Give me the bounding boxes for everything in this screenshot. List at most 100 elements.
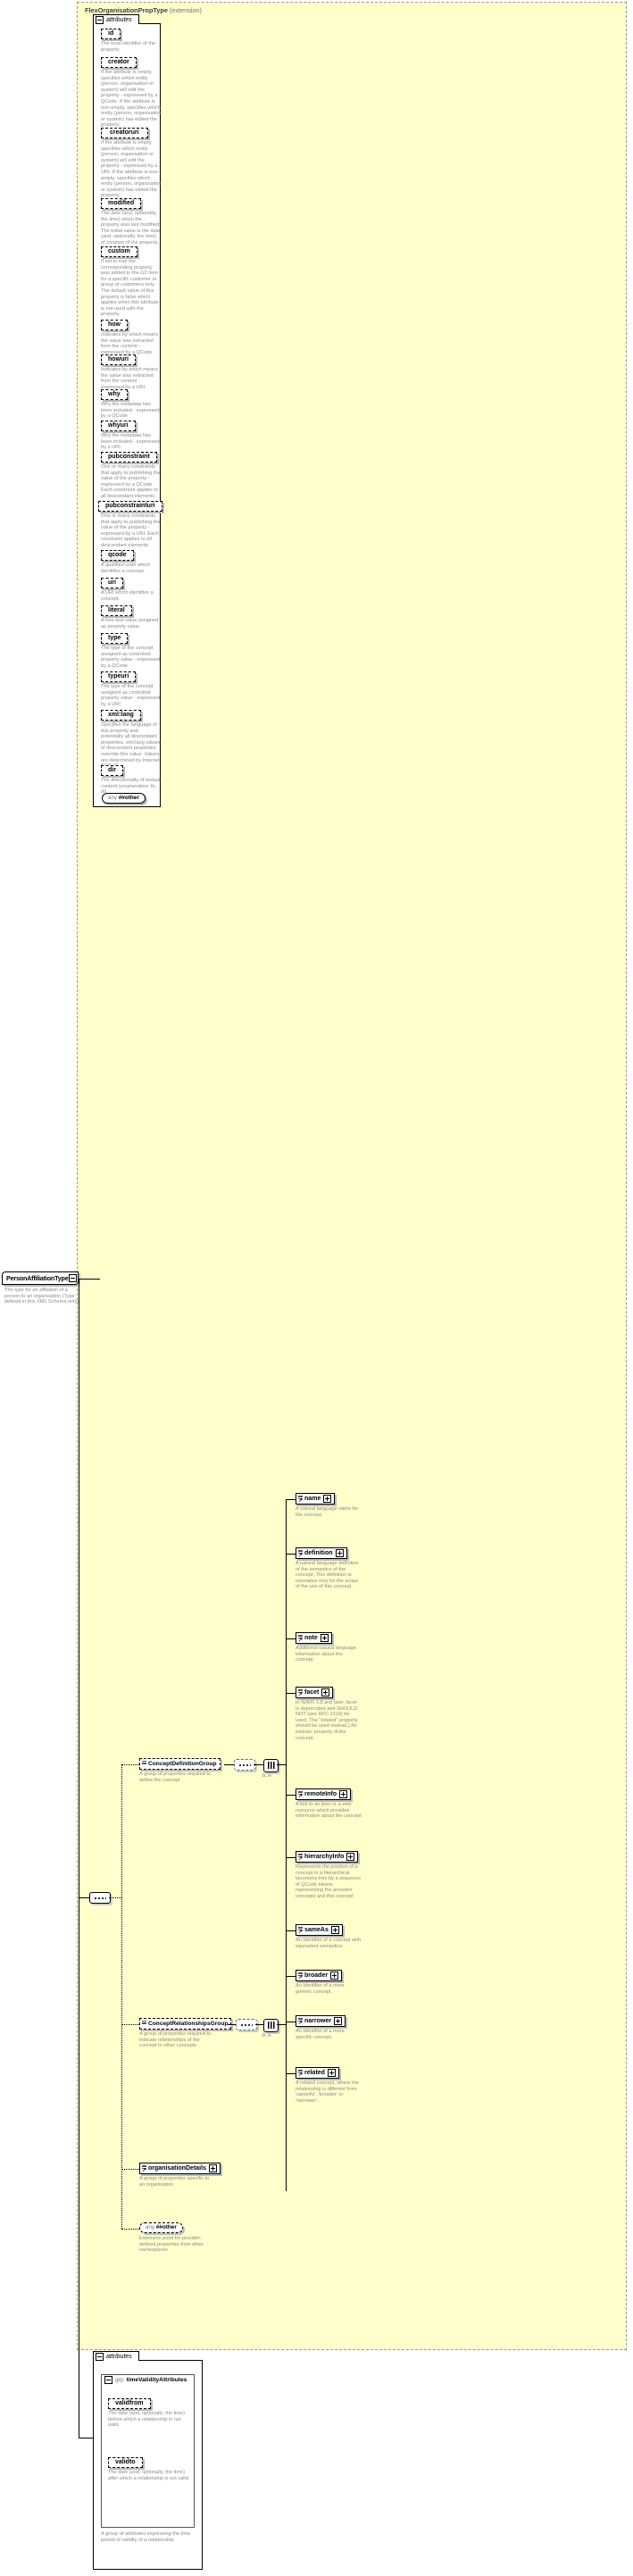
attribute-howuri[interactable]: howuri Indicates by which means the valu…	[101, 354, 162, 390]
any-attribute-node[interactable]: any ##other	[102, 793, 146, 804]
attributes-tab-top[interactable]: attributes	[93, 14, 139, 24]
group-timevalidity-description: A group of attributes expressing the tim…	[101, 2531, 191, 2543]
element-broader[interactable]: ↗ broader An identifier of a more generi…	[296, 1970, 362, 1995]
attribute-id[interactable]: id The local identifier of the property.	[101, 29, 162, 53]
occurs-label-crg: 0..∞	[262, 2033, 271, 2038]
attribute-name: qcode	[101, 550, 134, 561]
sequence-out-line	[109, 1897, 121, 1898]
expand-plus-icon[interactable]	[323, 1495, 332, 1503]
element-remoteinfo[interactable]: ↗ remoteInfo A link to an item or a web …	[296, 1788, 362, 1820]
element-facet[interactable]: ↗ facet [n N/A/R 1.8 and later, facet is…	[296, 1687, 362, 1741]
collapse-minus-icon[interactable]	[96, 2352, 104, 2361]
repeat-connector-crg[interactable]	[263, 2019, 279, 2032]
expand-plus-icon[interactable]	[208, 2164, 217, 2172]
attribute-dir[interactable]: dir The directionality of textual conten…	[101, 765, 162, 796]
any-element-node[interactable]: any ##other	[139, 2222, 183, 2233]
element-box[interactable]: ↗ facet	[296, 1687, 334, 1698]
attribute-qcode[interactable]: qcode A qualified code which identifies …	[101, 550, 162, 574]
expand-plus-icon[interactable]	[339, 1790, 348, 1798]
element-name[interactable]: ↗ name A natural language name for the c…	[296, 1493, 362, 1518]
attribute-name: creator	[101, 57, 137, 68]
attribute-description: The date (and, optionally, the time) aft…	[108, 2470, 190, 2481]
element-box[interactable]: ↗ broader	[296, 1970, 343, 1981]
any-keyword: any	[146, 2224, 154, 2230]
attribute-name: validto	[108, 2457, 143, 2468]
sequence-connector-crg[interactable]	[236, 2019, 257, 2030]
attribute-pubconstraint[interactable]: pubconstraint One or many constraints th…	[101, 452, 162, 500]
element-label: related	[304, 2070, 325, 2076]
group-timevalidity-header[interactable]: grp timeValidityAttributes	[104, 2376, 187, 2384]
element-organisation-details[interactable]: ↗ organisationDetails A group of propert…	[139, 2163, 221, 2188]
attribute-type[interactable]: type The type of the concept assigned as…	[101, 633, 162, 669]
element-box[interactable]: ↗ hierarchyInfo	[296, 1851, 359, 1863]
element-related[interactable]: ↗ related A related concept, where the r…	[296, 2067, 362, 2104]
attribute-validto[interactable]: validto The date (and, optionally, the t…	[108, 2457, 190, 2481]
ref-arrow-icon: ↗	[298, 1855, 304, 1862]
attribute-validfrom[interactable]: validfrom The date (and, optionally, the…	[108, 2398, 190, 2429]
element-description: An identifier of a concept with equivale…	[296, 1938, 362, 1949]
attribute-custom[interactable]: custom If set to true the corresponding …	[101, 246, 162, 318]
attribute-description: One or many constraints that apply to pu…	[101, 464, 161, 499]
root-type-node[interactable]: PersonAffiliationType The type for an af…	[2, 1271, 79, 1305]
expand-plus-icon[interactable]	[330, 1926, 339, 1934]
group-concept-definition[interactable]: ConceptDefinitionGroup A group of proper…	[139, 1758, 221, 1783]
group-label: ConceptRelationshipsGroup	[148, 2021, 229, 2027]
group-name: timeValidityAttributes	[126, 2377, 187, 2383]
group-box[interactable]: ConceptRelationshipsGroup	[139, 2018, 232, 2030]
attribute-description: The local identifier of the property.	[101, 41, 155, 53]
connector-root-to-spine	[79, 1279, 100, 1280]
attribute-xml-lang[interactable]: xml:lang Specifies the language of this …	[101, 710, 162, 770]
element-box[interactable]: ↗ organisationDetails	[139, 2163, 221, 2174]
attribute-typeuri[interactable]: typeuri The type of the concept assigned…	[101, 671, 162, 707]
repeat-connector-cdg[interactable]	[263, 1759, 279, 1772]
attribute-creator[interactable]: creator If the attribute is empty, speci…	[101, 57, 162, 129]
attribute-name: literal	[101, 605, 132, 616]
attributes-tab-bottom[interactable]: attributes	[93, 2351, 139, 2361]
ref-arrow-icon: ↗	[298, 1691, 304, 1697]
attribute-how[interactable]: how Indicates by which means the value w…	[101, 320, 162, 355]
expand-plus-icon[interactable]	[330, 1972, 339, 1980]
attribute-description: A qualified code which identifies a conc…	[101, 563, 151, 574]
element-box[interactable]: ↗ definition	[296, 1547, 347, 1559]
element-box[interactable]: ↗ remoteInfo	[296, 1788, 352, 1800]
any-keyword: any	[108, 795, 117, 801]
attribute-name: pubconstrainturi	[98, 501, 162, 512]
group-box[interactable]: ConceptDefinitionGroup	[139, 1758, 221, 1770]
expand-plus-icon[interactable]	[320, 1634, 329, 1642]
element-narrower[interactable]: ↗ narrower An identifier of a more speci…	[296, 2015, 362, 2040]
attribute-name: whyuri	[101, 421, 136, 431]
expand-plus-icon[interactable]	[335, 1549, 344, 1557]
sequence-connector-cdg[interactable]	[234, 1759, 255, 1771]
sequence-connector-main[interactable]	[89, 1892, 111, 1904]
expand-plus-icon[interactable]	[333, 2017, 342, 2025]
attribute-whyuri[interactable]: whyuri Why the metadata has been include…	[101, 421, 162, 451]
attribute-uri[interactable]: uri A URI which identifies a concept.	[101, 578, 162, 602]
expand-plus-icon[interactable]	[321, 1688, 330, 1696]
element-sameas[interactable]: ↗ sameAs An identifier of a concept with…	[296, 1924, 362, 1949]
attribute-creatoruri[interactable]: creatoruri If the attribute is empty, sp…	[101, 128, 162, 199]
element-box[interactable]: ↗ name	[296, 1493, 336, 1505]
root-type-box[interactable]: PersonAffiliationType	[2, 1271, 79, 1285]
attribute-name: how	[101, 320, 128, 330]
expand-plus-icon[interactable]	[346, 1853, 355, 1861]
element-box[interactable]: ↗ narrower	[296, 2015, 346, 2027]
connector-organisation-details	[121, 2169, 139, 2170]
element-box[interactable]: ↗ related	[296, 2067, 339, 2079]
attribute-pubconstrainturi[interactable]: pubconstrainturi One or many constraints…	[98, 501, 162, 549]
cdg-children-spine	[286, 1499, 287, 1968]
element-note[interactable]: ↗ note Additional natural language infor…	[296, 1632, 362, 1663]
collapse-minus-icon[interactable]	[68, 1274, 77, 1282]
element-hierarchyinfo[interactable]: ↗ hierarchyInfo Represents the position …	[296, 1851, 362, 1900]
element-box[interactable]: ↗ sameAs	[296, 1924, 343, 1936]
collapse-minus-icon[interactable]	[96, 15, 104, 24]
expand-plus-icon[interactable]	[327, 2069, 336, 2077]
attribute-modified[interactable]: modified The date (and, optionally, the …	[101, 198, 162, 246]
attribute-why[interactable]: why Why the metadata has been included -…	[101, 389, 162, 420]
attribute-description: The type of the concept assigned as cont…	[101, 646, 161, 669]
collapse-minus-icon[interactable]	[104, 2376, 112, 2384]
element-box[interactable]: ↗ note	[296, 1632, 332, 1644]
element-definition[interactable]: ↗ definition A natural language definiti…	[296, 1547, 362, 1590]
group-concept-relationships[interactable]: ConceptRelationshipsGroup A group of pro…	[139, 2018, 232, 2049]
attribute-literal[interactable]: literal A free-text value assigned as pr…	[101, 605, 162, 629]
attribute-name: why	[101, 389, 128, 400]
